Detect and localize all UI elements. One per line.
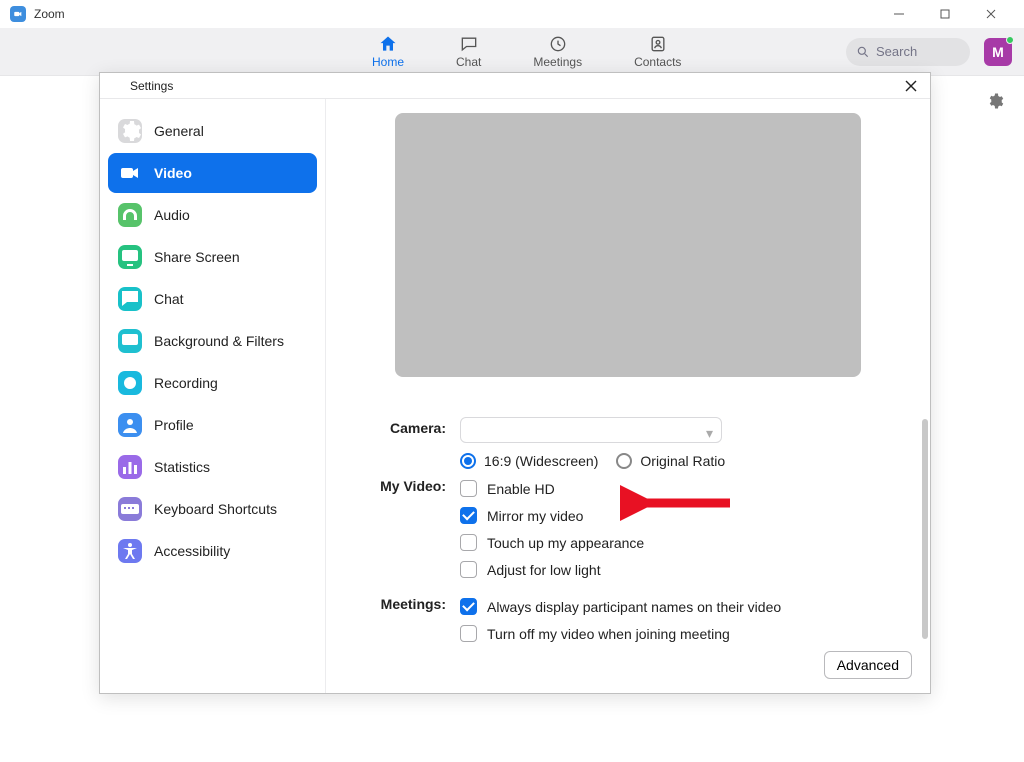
- sidebar-item-chat[interactable]: Chat: [108, 279, 317, 319]
- scrollbar-thumb[interactable]: [922, 419, 928, 639]
- nav-home[interactable]: Home: [372, 34, 404, 69]
- settings-panel-video: Camera: ▾ 16:9 (Widescreen): [326, 99, 930, 693]
- nav-meetings[interactable]: Meetings: [533, 34, 582, 69]
- sidebar-item-accessibility[interactable]: Accessibility: [108, 531, 317, 571]
- clock-icon: [548, 34, 568, 54]
- myvideo-touchup-checkbox[interactable]: Touch up my appearance: [460, 529, 902, 556]
- settings-sidebar: General Video Audio Share Screen Chat Backgro…: [100, 99, 326, 693]
- checkbox-icon: [460, 507, 477, 524]
- meetings-videooff-checkbox[interactable]: Turn off my video when joining meeting: [460, 620, 902, 647]
- myvideo-mirror-checkbox[interactable]: Mirror my video: [460, 502, 902, 529]
- settings-modal-title: Settings: [130, 79, 173, 93]
- sidebar-item-general[interactable]: General: [108, 111, 317, 151]
- profile-icon: [118, 413, 142, 437]
- sidebar-item-label: Share Screen: [154, 249, 240, 265]
- settings-modal: Settings General Video Audio Share Screen Ch…: [99, 72, 931, 694]
- ratio-widescreen-radio[interactable]: 16:9 (Widescreen): [460, 453, 598, 469]
- checkbox-icon: [460, 534, 477, 551]
- chat-icon: [118, 287, 142, 311]
- window-close-button[interactable]: [968, 0, 1014, 28]
- home-icon: [378, 34, 398, 54]
- sidebar-item-profile[interactable]: Profile: [108, 405, 317, 445]
- meetings-names-label: Always display participant names on thei…: [487, 599, 781, 615]
- avatar-initial: M: [992, 44, 1004, 60]
- sidebar-item-label: Background & Filters: [154, 333, 284, 349]
- accessibility-icon: [118, 539, 142, 563]
- sidebar-item-shortcuts[interactable]: Keyboard Shortcuts: [108, 489, 317, 529]
- nav-chat-label: Chat: [456, 55, 481, 69]
- sidebar-item-label: General: [154, 123, 204, 139]
- ratio-original-label: Original Ratio: [640, 453, 725, 469]
- myvideo-mirror-label: Mirror my video: [487, 508, 583, 524]
- sidebar-item-video[interactable]: Video: [108, 153, 317, 193]
- shortcuts-icon: [118, 497, 142, 521]
- settings-close-button[interactable]: [902, 77, 920, 95]
- video-preview: [395, 113, 861, 377]
- sidebar-item-label: Video: [154, 165, 192, 181]
- search-icon: [856, 45, 870, 59]
- sidebar-item-label: Statistics: [154, 459, 210, 475]
- radio-icon: [616, 453, 632, 469]
- sidebar-item-label: Accessibility: [154, 543, 230, 559]
- nav-contacts-label: Contacts: [634, 55, 681, 69]
- myvideo-hd-label: Enable HD: [487, 481, 555, 497]
- meetings-names-checkbox[interactable]: Always display participant names on thei…: [460, 593, 902, 620]
- myvideo-lowlight-checkbox[interactable]: Adjust for low light: [460, 556, 902, 583]
- camera-label: Camera:: [354, 417, 460, 436]
- chevron-down-icon: ▾: [706, 425, 713, 442]
- meetings-label: Meetings:: [354, 593, 460, 612]
- myvideo-label: My Video:: [354, 475, 460, 494]
- zoom-app-icon: [10, 6, 26, 22]
- chat-icon: [459, 34, 479, 54]
- recording-icon: [118, 371, 142, 395]
- meetings-videooff-label: Turn off my video when joining meeting: [487, 626, 730, 642]
- nav-home-label: Home: [372, 55, 404, 69]
- audio-icon: [118, 203, 142, 227]
- checkbox-icon: [460, 598, 477, 615]
- advanced-button[interactable]: Advanced: [824, 651, 912, 679]
- sidebar-item-statistics[interactable]: Statistics: [108, 447, 317, 487]
- radio-icon: [460, 453, 476, 469]
- myvideo-lowlight-label: Adjust for low light: [487, 562, 601, 578]
- contacts-icon: [648, 34, 668, 54]
- statistics-icon: [118, 455, 142, 479]
- nav-meetings-label: Meetings: [533, 55, 582, 69]
- profile-avatar[interactable]: M: [984, 38, 1012, 66]
- main-top-nav: Home Chat Meetings Contacts Search M: [0, 28, 1024, 76]
- settings-modal-header: Settings: [100, 73, 930, 99]
- settings-gear-button[interactable]: [986, 92, 1004, 115]
- window-title: Zoom: [34, 7, 65, 21]
- sidebar-item-label: Chat: [154, 291, 184, 307]
- general-icon: [118, 119, 142, 143]
- sidebar-item-recording[interactable]: Recording: [108, 363, 317, 403]
- camera-select[interactable]: ▾: [460, 417, 722, 443]
- sidebar-item-label: Keyboard Shortcuts: [154, 501, 277, 517]
- window-maximize-button[interactable]: [922, 0, 968, 28]
- zoom-app-icon: [110, 79, 124, 93]
- sidebar-item-label: Profile: [154, 417, 194, 433]
- nav-contacts[interactable]: Contacts: [634, 34, 681, 69]
- checkbox-icon: [460, 480, 477, 497]
- share-icon: [118, 245, 142, 269]
- ratio-widescreen-label: 16:9 (Widescreen): [484, 453, 598, 469]
- window-minimize-button[interactable]: [876, 0, 922, 28]
- checkbox-icon: [460, 561, 477, 578]
- sidebar-item-share[interactable]: Share Screen: [108, 237, 317, 277]
- nav-chat[interactable]: Chat: [456, 34, 481, 69]
- checkbox-icon: [460, 625, 477, 642]
- sidebar-item-bgfilters[interactable]: Background & Filters: [108, 321, 317, 361]
- bgfilters-icon: [118, 329, 142, 353]
- presence-indicator: [1006, 36, 1014, 44]
- sidebar-item-label: Audio: [154, 207, 190, 223]
- sidebar-item-label: Recording: [154, 375, 218, 391]
- ratio-original-radio[interactable]: Original Ratio: [616, 453, 725, 469]
- window-titlebar: Zoom: [0, 0, 1024, 28]
- search-placeholder: Search: [876, 44, 917, 59]
- video-icon: [118, 161, 142, 185]
- nav-tabs: Home Chat Meetings Contacts: [372, 34, 681, 69]
- search-box[interactable]: Search: [846, 38, 970, 66]
- sidebar-item-audio[interactable]: Audio: [108, 195, 317, 235]
- myvideo-touchup-label: Touch up my appearance: [487, 535, 644, 551]
- myvideo-hd-checkbox[interactable]: Enable HD: [460, 475, 902, 502]
